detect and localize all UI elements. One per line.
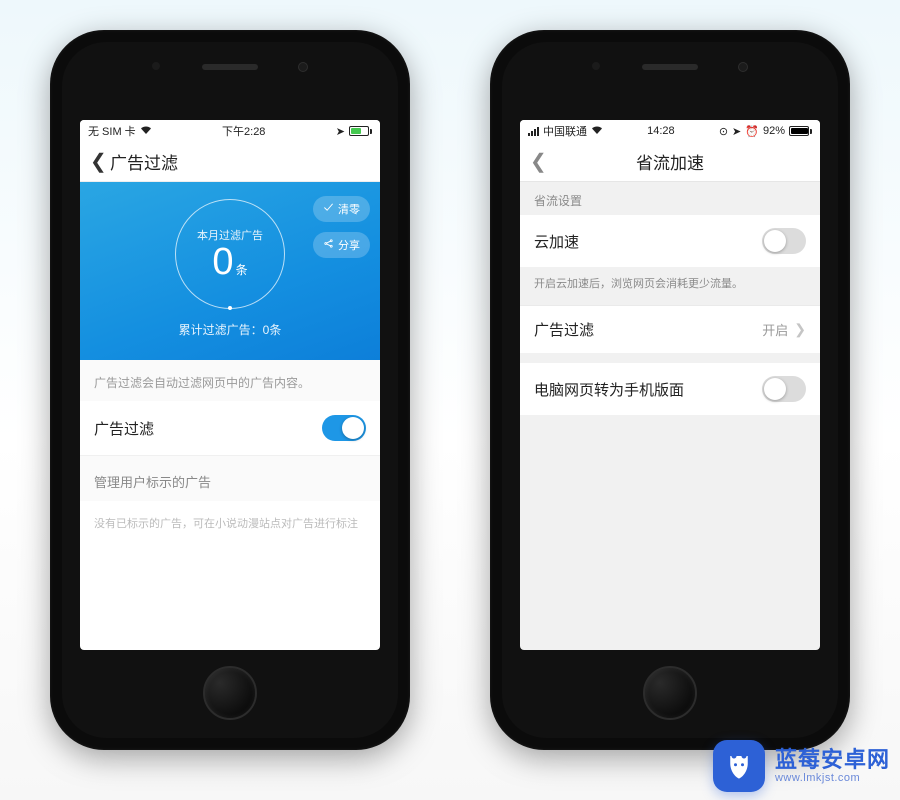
clear-label: 清零 xyxy=(338,201,360,217)
clear-icon xyxy=(323,202,334,216)
back-icon[interactable]: ❮ xyxy=(530,149,550,174)
adfilter-toggle[interactable] xyxy=(322,415,366,441)
location-icon: ➤ xyxy=(336,125,345,138)
battery-icon xyxy=(349,126,372,136)
meter-unit: 条 xyxy=(236,264,248,276)
adfilter-toggle-label: 广告过滤 xyxy=(94,418,154,439)
orientation-lock-icon: ⊙ xyxy=(719,125,728,138)
meter-total: 累计过滤广告：0条 xyxy=(179,321,282,338)
chevron-right-icon: ❯ xyxy=(794,321,806,338)
clock: 14:28 xyxy=(647,125,675,137)
adfilter-hero: 清零 分享 本月过滤广告 0 条 xyxy=(80,182,380,360)
statusbar: 中国联通 14:28 ⊙ ➤ ⏰ 92% xyxy=(520,120,820,142)
manage-header: 管理用户标示的广告 xyxy=(80,456,380,501)
adfilter-cell[interactable]: 广告过滤 开启 ❯ xyxy=(520,305,820,353)
battery-percent: 92% xyxy=(763,125,785,137)
phone-earpiece xyxy=(610,64,730,72)
adfilter-note: 广告过滤会自动过滤网页中的广告内容。 xyxy=(80,360,380,401)
share-icon xyxy=(323,238,334,252)
page-title: 省流加速 xyxy=(550,149,790,174)
meter-ring: 本月过滤广告 0 条 xyxy=(175,199,285,309)
manage-empty: 没有已标示的广告，可在小说动漫站点对广告进行标注 xyxy=(80,501,380,545)
share-label: 分享 xyxy=(338,237,360,253)
wifi-icon xyxy=(591,125,603,138)
cloud-accel-note: 开启云加速后，浏览网页会消耗更少流量。 xyxy=(520,267,820,305)
home-button[interactable] xyxy=(203,666,257,720)
watermark-title: 蓝莓安卓网 xyxy=(775,747,890,772)
phone-earpiece xyxy=(170,64,290,72)
share-button[interactable]: 分享 xyxy=(313,232,370,258)
nav-header: ❮ 省流加速 xyxy=(520,142,820,182)
page-title: 广告过滤 xyxy=(110,149,370,174)
signal-icon xyxy=(528,127,539,136)
watermark-url: www.lmkjst.com xyxy=(775,772,890,785)
watermark: 蓝莓安卓网 www.lmkjst.com xyxy=(713,740,890,792)
carrier-label: 中国联通 xyxy=(543,123,587,139)
wifi-icon xyxy=(140,125,152,138)
alarm-icon: ⏰ xyxy=(745,125,759,138)
back-icon[interactable]: ❮ xyxy=(90,149,110,174)
phone-bezel: 中国联通 14:28 ⊙ ➤ ⏰ 92% xyxy=(502,42,838,738)
phone-left: 无 SIM 卡 下午2:28 ➤ ❮ 广告过滤 xyxy=(50,30,410,750)
clear-button[interactable]: 清零 xyxy=(313,196,370,222)
battery-icon xyxy=(789,126,812,136)
watermark-logo-icon xyxy=(713,740,765,792)
cloud-accel-cell: 云加速 xyxy=(520,215,820,267)
screen-left: 无 SIM 卡 下午2:28 ➤ ❮ 广告过滤 xyxy=(80,120,380,650)
desktop-to-mobile-label: 电脑网页转为手机版面 xyxy=(534,379,684,400)
phone-right: 中国联通 14:28 ⊙ ➤ ⏰ 92% xyxy=(490,30,850,750)
meter-caption: 本月过滤广告 xyxy=(197,227,263,243)
adfilter-label: 广告过滤 xyxy=(534,319,594,340)
desktop-to-mobile-cell: 电脑网页转为手机版面 xyxy=(520,363,820,415)
nav-header: ❮ 广告过滤 xyxy=(80,142,380,182)
adfilter-value: 开启 xyxy=(762,320,788,339)
screen-right: 中国联通 14:28 ⊙ ➤ ⏰ 92% xyxy=(520,120,820,650)
carrier-label: 无 SIM 卡 xyxy=(88,123,136,139)
desktop-to-mobile-toggle[interactable] xyxy=(762,376,806,402)
location-icon: ➤ xyxy=(732,125,741,138)
home-button[interactable] xyxy=(643,666,697,720)
clock: 下午2:28 xyxy=(222,123,265,139)
adfilter-toggle-cell: 广告过滤 xyxy=(80,401,380,456)
statusbar: 无 SIM 卡 下午2:28 ➤ xyxy=(80,120,380,142)
group-datasaver-title: 省流设置 xyxy=(520,182,820,215)
cloud-accel-label: 云加速 xyxy=(534,231,579,252)
cloud-accel-toggle[interactable] xyxy=(762,228,806,254)
meter-value: 0 xyxy=(212,243,233,281)
phone-bezel: 无 SIM 卡 下午2:28 ➤ ❮ 广告过滤 xyxy=(62,42,398,738)
